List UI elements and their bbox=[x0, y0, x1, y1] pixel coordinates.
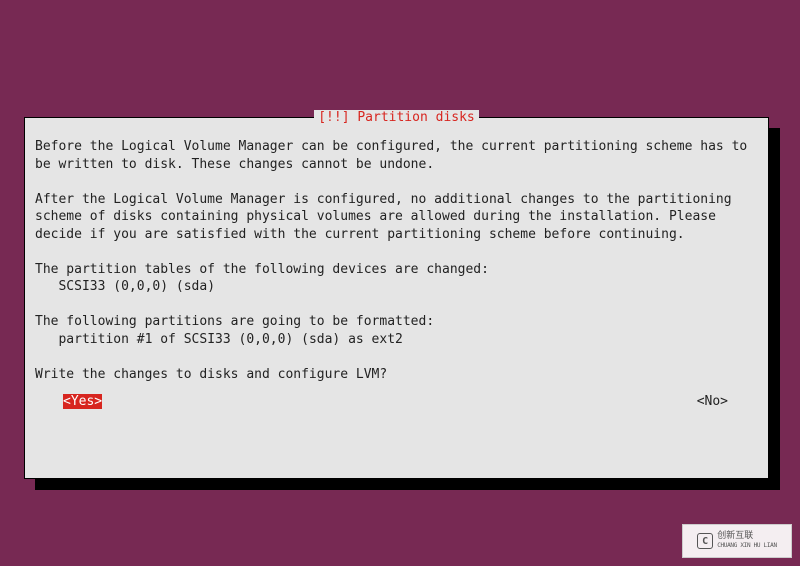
format-item: partition #1 of SCSI33 (0,0,0) (sda) as … bbox=[35, 332, 403, 347]
body-para1: Before the Logical Volume Manager can be… bbox=[35, 139, 755, 172]
confirm-question: Write the changes to disks and configure… bbox=[35, 367, 387, 382]
no-button[interactable]: <No> bbox=[697, 394, 728, 409]
format-header: The following partitions are going to be… bbox=[35, 314, 434, 329]
dialog-title: [!!] Partition disks bbox=[314, 110, 479, 125]
yes-button[interactable]: <Yes> bbox=[63, 394, 102, 409]
watermark-brand-en: CHUANG XIN HU LIAN bbox=[717, 541, 777, 551]
tables-changed-item: SCSI33 (0,0,0) (sda) bbox=[35, 279, 215, 294]
watermark-brand-cn: 创新互联 bbox=[717, 531, 777, 541]
watermark-badge: C 创新互联 CHUANG XIN HU LIAN bbox=[682, 524, 792, 558]
tables-changed-header: The partition tables of the following de… bbox=[35, 262, 489, 277]
watermark-icon: C bbox=[697, 533, 713, 549]
partition-disks-dialog: [!!] Partition disks Before the Logical … bbox=[24, 117, 769, 479]
dialog-body: Before the Logical Volume Manager can be… bbox=[35, 138, 758, 383]
body-para2: After the Logical Volume Manager is conf… bbox=[35, 192, 739, 242]
